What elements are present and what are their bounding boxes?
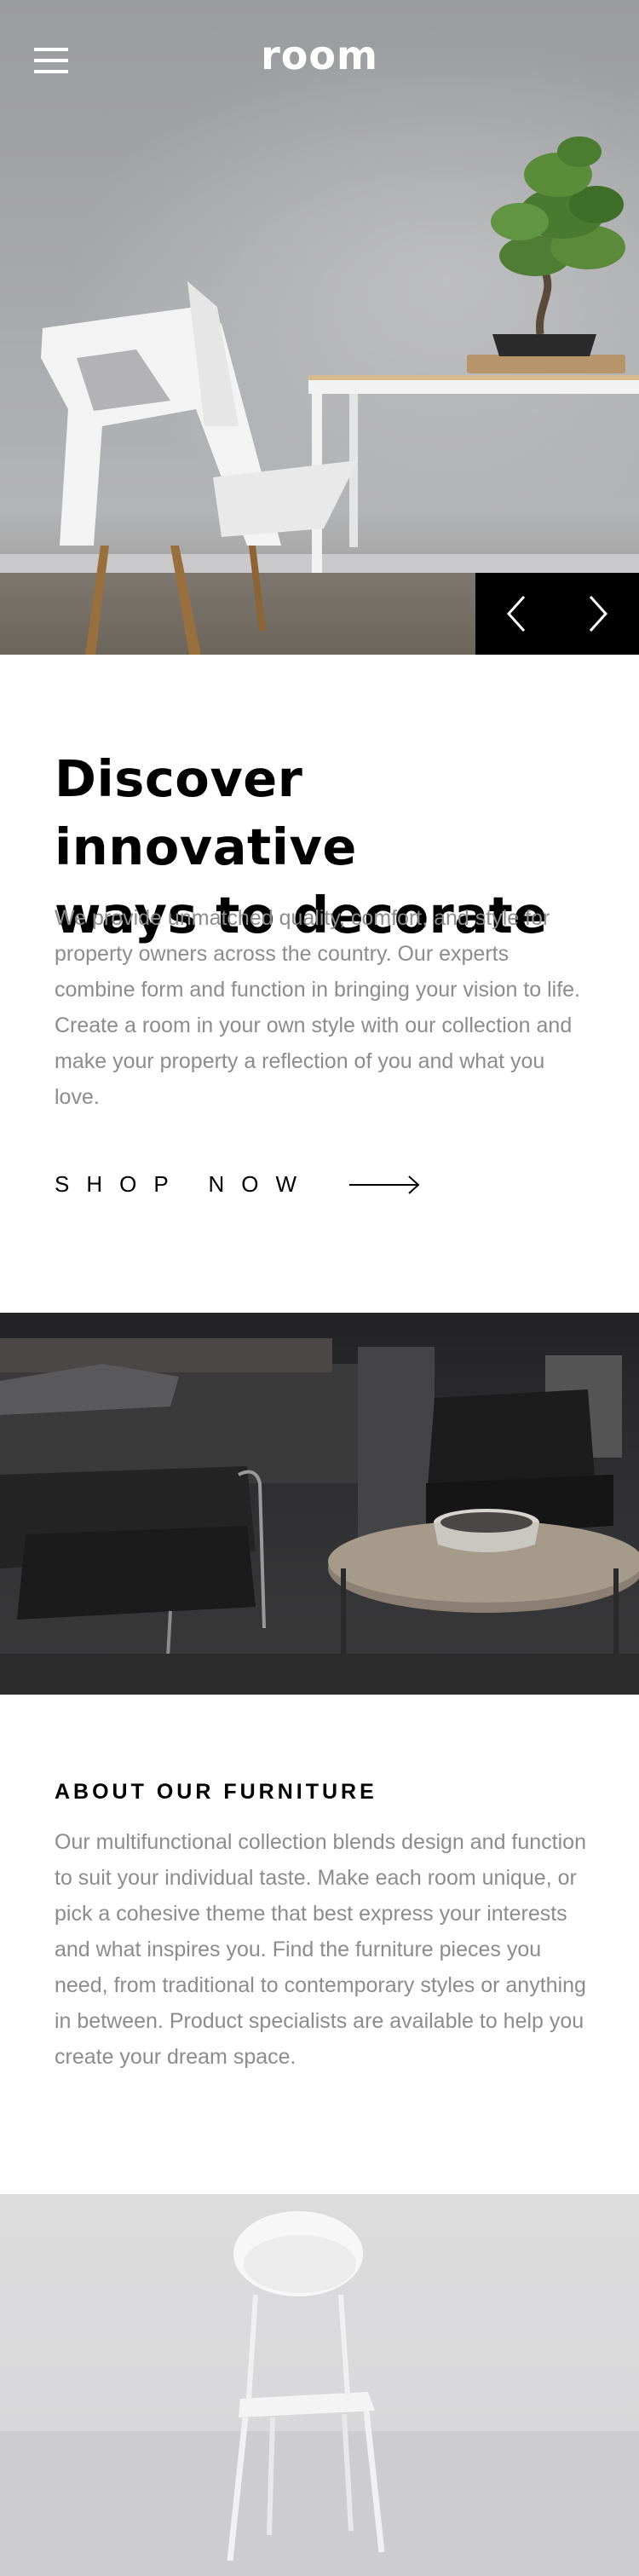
hero-section: room	[0, 0, 639, 655]
light-furniture-image	[0, 2194, 639, 2576]
intro-description: We provide unmatched quality, comfort, a…	[55, 906, 580, 1109]
previous-slide-button[interactable]	[475, 573, 557, 655]
shop-now-link[interactable]: SHOP NOW	[55, 1171, 421, 1198]
slider-controls	[475, 573, 639, 655]
about-section: ABOUT OUR FURNITURE Our multifunctional …	[0, 1695, 639, 2194]
about-description: Our multifunctional collection blends de…	[55, 1830, 586, 2069]
chevron-left-icon	[506, 595, 526, 632]
about-heading: ABOUT OUR FURNITURE	[55, 1780, 377, 1804]
logo[interactable]: room	[0, 32, 639, 78]
title-line-1: Discover innovative	[55, 749, 357, 876]
intro-section: Discover innovative ways to decorate We …	[0, 655, 639, 1313]
next-slide-button[interactable]	[557, 573, 639, 655]
arrow-right-icon	[348, 1175, 420, 1194]
chevron-right-icon	[589, 595, 608, 632]
shop-now-label: SHOP NOW	[55, 1171, 314, 1197]
hero-image	[0, 0, 639, 655]
dark-furniture-image	[0, 1313, 639, 1695]
